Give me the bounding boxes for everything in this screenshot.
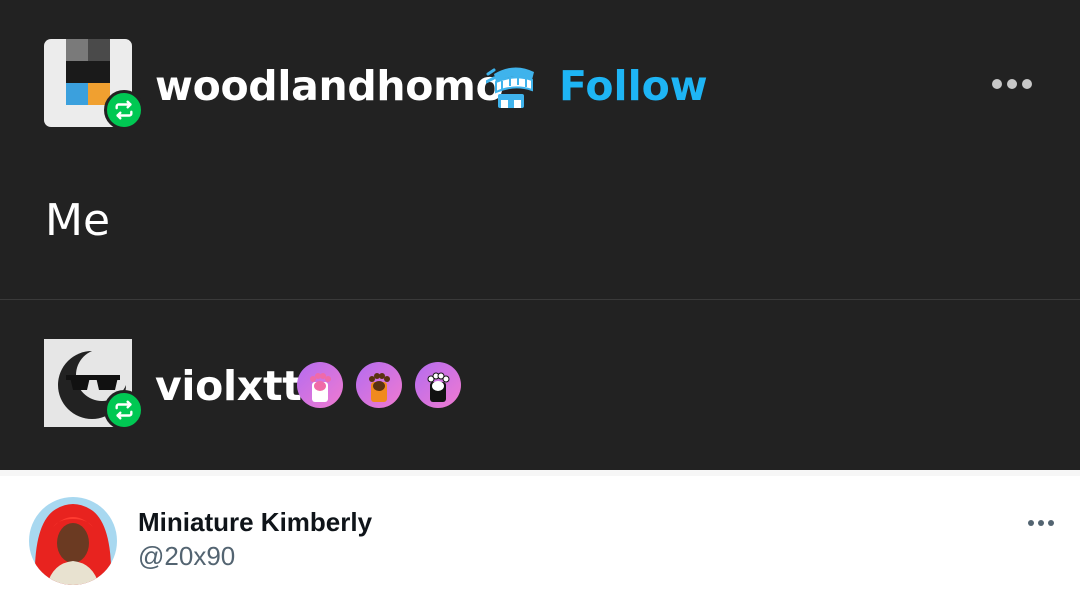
tweet-more-options-icon[interactable]: [1028, 520, 1054, 526]
reblog-icon: [104, 390, 144, 430]
orange-paw-icon: [356, 362, 402, 408]
post-username[interactable]: woodlandhomo: [155, 66, 504, 107]
reblogger-username[interactable]: violxtt: [155, 366, 302, 407]
tweet-display-name[interactable]: Miniature Kimberly: [138, 507, 372, 538]
screenshot-seam: [0, 470, 1080, 476]
post-body-text: Me: [45, 195, 111, 246]
woodlandhomo-avatar[interactable]: [44, 39, 144, 130]
follow-button[interactable]: Follow: [559, 66, 708, 107]
tweet-author-avatar[interactable]: [29, 497, 117, 585]
tweet-handle[interactable]: @20x90: [138, 541, 235, 572]
more-options-icon[interactable]: [992, 79, 1032, 89]
post-divider: [0, 299, 1080, 300]
violxtt-avatar[interactable]: [44, 339, 144, 430]
pink-paw-icon: [297, 362, 343, 408]
reblog-icon: [104, 90, 144, 130]
wind-up-teeth-icon: [484, 60, 538, 112]
black-paw-icon: [415, 362, 461, 408]
